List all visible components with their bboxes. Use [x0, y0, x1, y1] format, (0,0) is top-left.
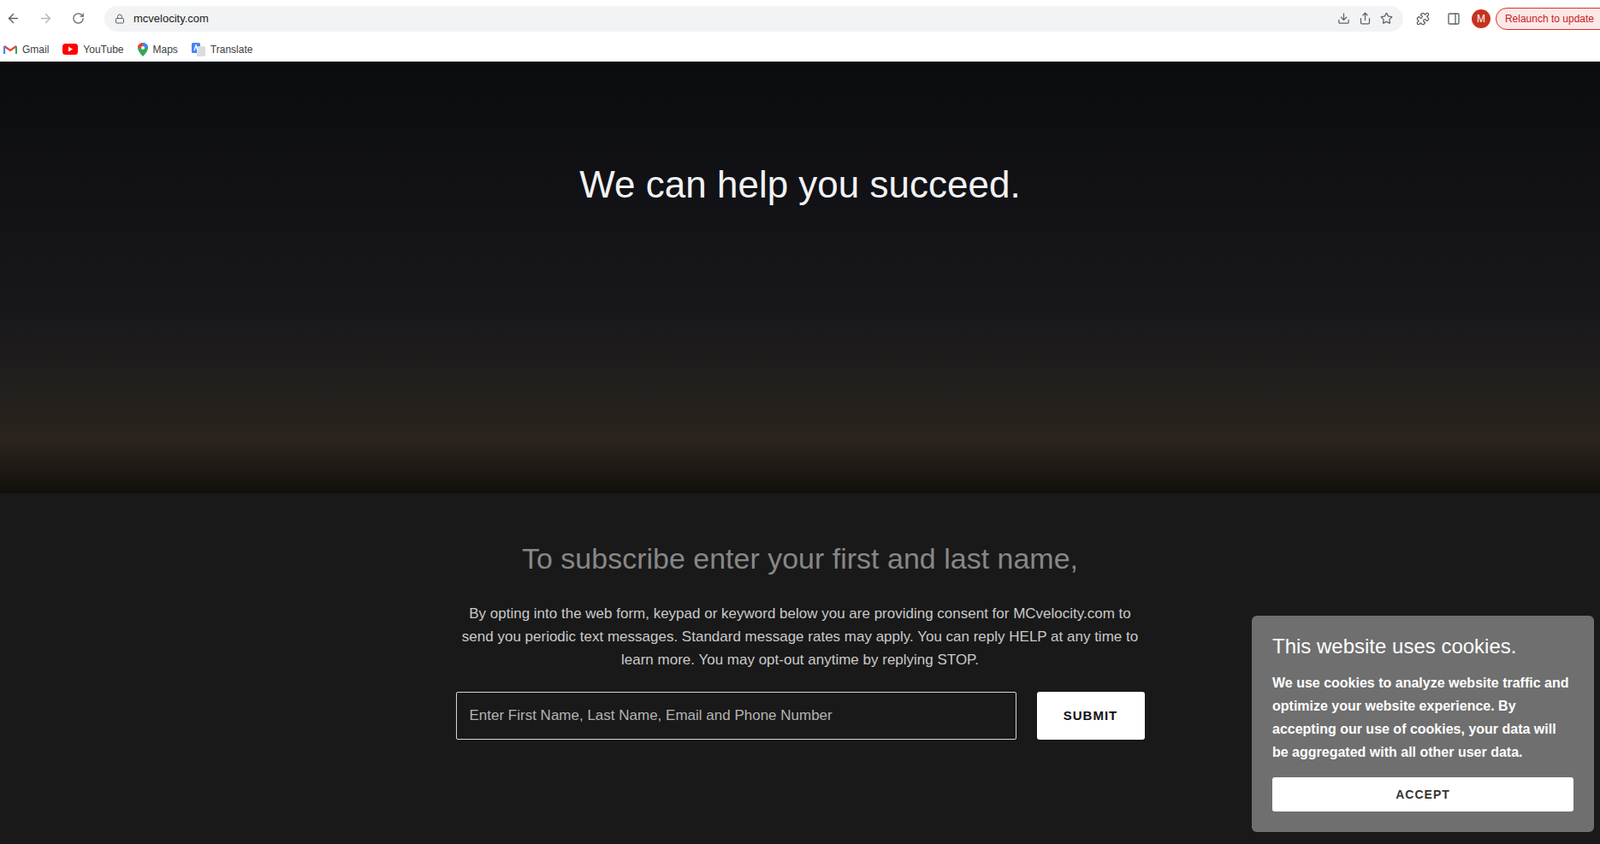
puzzle-icon [1416, 11, 1430, 26]
url-text: mcvelocity.com [133, 11, 1329, 25]
cookie-title: This website uses cookies. [1272, 633, 1574, 660]
reload-button[interactable] [65, 5, 91, 32]
accept-button[interactable]: ACCEPT [1272, 777, 1574, 812]
bookmark-item[interactable]: Translate [191, 42, 254, 57]
side-panel-button[interactable] [1440, 5, 1467, 32]
maps-pin-icon [137, 42, 149, 57]
share-icon[interactable] [1358, 11, 1372, 25]
translate-icon [191, 42, 206, 57]
bookmark-item[interactable]: YouTube [62, 43, 124, 56]
consent-text: By opting into the web form, keypad or k… [457, 602, 1143, 672]
cookie-body: We use cookies to analyze website traffi… [1272, 671, 1574, 765]
hero-heading: We can help you succeed. [579, 162, 1020, 208]
browser-window: mcvelocity.com MRelaunch to update Gmail Yo… [0, 0, 1600, 844]
bookmark-star-icon[interactable] [1380, 11, 1393, 25]
relaunch-button[interactable]: Relaunch to update [1495, 7, 1600, 30]
extensions-button[interactable] [1410, 5, 1436, 32]
youtube-icon [62, 43, 78, 55]
back-arrow-icon [5, 11, 21, 26]
bookmark-item[interactable]: Maps [137, 42, 178, 57]
cookie-banner: This website uses cookies. We use cookies… [1251, 616, 1595, 833]
gmail-icon [3, 44, 18, 55]
subscribe-heading: To subscribe enter your first and last n… [521, 541, 1079, 577]
toolbar-actions: MRelaunch to update [1410, 5, 1600, 32]
subscribe-input[interactable] [456, 692, 1017, 741]
address-bar[interactable]: mcvelocity.com [104, 5, 1404, 32]
bookmarks-bar: Gmail YouTube Maps Translate [0, 36, 1600, 62]
bookmark-item[interactable]: Gmail [3, 43, 49, 56]
forward-arrow-icon [38, 11, 54, 26]
hero-banner: We can help you succeed. [0, 61, 1600, 494]
submit-button[interactable]: SUBMIT [1037, 692, 1145, 741]
subscribe-form: SUBMIT [456, 692, 1145, 741]
back-button[interactable] [0, 5, 26, 32]
install-icon[interactable] [1337, 11, 1351, 25]
browser-toolbar: mcvelocity.com MRelaunch to update [0, 0, 1600, 37]
reload-icon [71, 11, 85, 25]
profile-avatar[interactable]: M [1471, 9, 1491, 29]
lock-icon [114, 13, 125, 24]
side-panel-icon [1446, 11, 1461, 26]
forward-button[interactable] [32, 5, 59, 32]
